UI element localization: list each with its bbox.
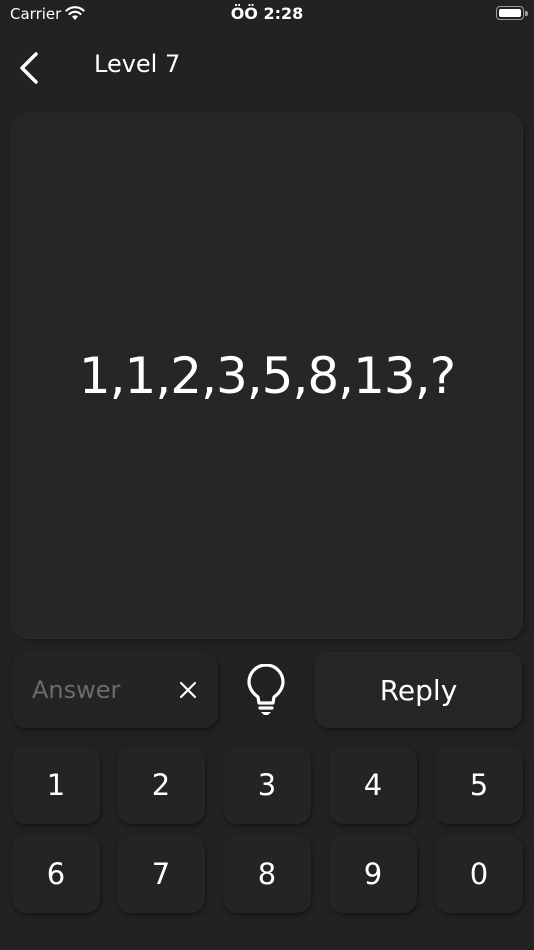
key-3[interactable]: 3 <box>223 746 311 824</box>
close-icon <box>179 681 197 699</box>
key-7[interactable]: 7 <box>117 835 205 913</box>
status-bar: Carrier ÖÖ 2:28 <box>0 0 534 28</box>
key-9[interactable]: 9 <box>329 835 417 913</box>
key-5[interactable]: 5 <box>435 746 523 824</box>
question-card: 1,1,2,3,5,8,13,? <box>12 114 522 638</box>
hint-button[interactable] <box>244 663 288 718</box>
battery-icon <box>496 6 528 20</box>
chevron-left-icon <box>20 52 38 84</box>
reply-button[interactable]: Reply <box>315 652 522 728</box>
answer-box <box>12 652 218 728</box>
page-title: Level 7 <box>94 50 181 78</box>
clock: ÖÖ 2:28 <box>230 4 304 23</box>
back-button[interactable] <box>14 46 46 86</box>
question-text: 1,1,2,3,5,8,13,? <box>78 347 456 405</box>
key-1[interactable]: 1 <box>12 746 100 824</box>
key-6[interactable]: 6 <box>12 835 100 913</box>
key-8[interactable]: 8 <box>223 835 311 913</box>
lightbulb-icon <box>247 663 285 715</box>
key-4[interactable]: 4 <box>329 746 417 824</box>
key-0[interactable]: 0 <box>435 835 523 913</box>
header: Level 7 <box>0 40 534 90</box>
key-2[interactable]: 2 <box>117 746 205 824</box>
answer-input[interactable] <box>32 670 172 710</box>
clear-button[interactable] <box>176 678 200 702</box>
